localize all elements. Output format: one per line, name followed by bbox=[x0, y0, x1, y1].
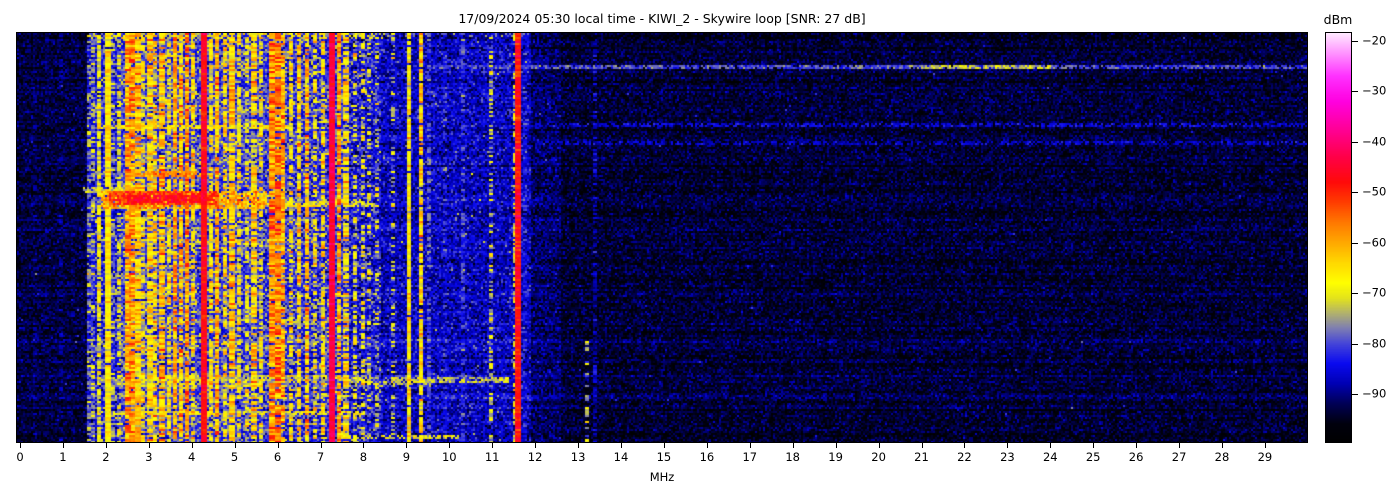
x-tick-label: 18 bbox=[785, 450, 801, 464]
x-tick-label: 19 bbox=[828, 450, 843, 464]
x-tick-mark bbox=[578, 443, 580, 448]
x-tick-mark bbox=[363, 443, 365, 448]
x-tick-label: 23 bbox=[1000, 450, 1015, 464]
x-tick-label: 9 bbox=[402, 450, 411, 464]
colorbar-tick-mark bbox=[1352, 293, 1358, 294]
x-tick-label: 4 bbox=[188, 450, 196, 464]
colorbar-tick-mark bbox=[1352, 141, 1358, 143]
colorbar-tick-mark bbox=[1352, 91, 1358, 93]
spectrogram-figure: 17/09/2024 05:30 local time - KIWI_2 - S… bbox=[0, 0, 1400, 500]
x-tick-mark bbox=[406, 443, 408, 448]
x-tick-label: 22 bbox=[957, 450, 972, 464]
x-tick-mark bbox=[62, 443, 64, 448]
x-tick-mark bbox=[234, 443, 236, 448]
x-tick-mark bbox=[792, 443, 794, 448]
colorbar-tick-label: −80 bbox=[1362, 336, 1387, 351]
x-tick-label: 10 bbox=[441, 450, 457, 464]
x-tick-label: 12 bbox=[527, 450, 543, 464]
x-tick-label: 14 bbox=[613, 450, 629, 464]
x-tick-mark bbox=[449, 443, 451, 448]
colorbar-unit-label: dBm bbox=[1323, 12, 1353, 27]
colorbar-tick-label: −30 bbox=[1362, 83, 1387, 98]
x-tick-mark bbox=[964, 443, 966, 448]
x-tick-mark bbox=[663, 443, 665, 448]
x-tick-mark bbox=[921, 443, 923, 448]
x-tick-mark bbox=[878, 443, 880, 448]
colorbar-tick-label: −60 bbox=[1362, 235, 1387, 250]
x-tick-mark bbox=[492, 443, 494, 448]
x-tick-label: 7 bbox=[316, 450, 325, 464]
waterfall-canvas bbox=[17, 33, 1307, 442]
x-tick-mark bbox=[1007, 443, 1009, 448]
x-tick-label: 11 bbox=[484, 450, 500, 464]
x-tick-label: 21 bbox=[914, 450, 929, 464]
x-tick-label: 29 bbox=[1257, 450, 1273, 464]
x-tick-label: 17 bbox=[742, 450, 758, 464]
x-tick-label: 13 bbox=[570, 450, 586, 464]
x-tick-label: 16 bbox=[699, 450, 715, 464]
x-tick-label: 3 bbox=[145, 450, 153, 464]
colorbar-tick-label: −70 bbox=[1362, 285, 1387, 300]
x-tick-label: 15 bbox=[656, 450, 672, 464]
x-tick-label: 2 bbox=[102, 450, 110, 464]
x-tick-mark bbox=[706, 443, 708, 448]
colorbar bbox=[1325, 32, 1352, 443]
colorbar-tick-mark bbox=[1352, 242, 1358, 244]
x-tick-label: 26 bbox=[1128, 450, 1144, 464]
x-tick-mark bbox=[105, 443, 107, 448]
x-tick-mark bbox=[148, 443, 150, 448]
x-tick-mark bbox=[1264, 443, 1266, 448]
x-tick-mark bbox=[1050, 443, 1052, 448]
x-tick-mark bbox=[1093, 443, 1095, 448]
colorbar-tick-mark bbox=[1352, 40, 1358, 42]
colorbar-tick-mark bbox=[1352, 343, 1358, 345]
x-tick-mark bbox=[1136, 443, 1138, 448]
x-tick-label: 28 bbox=[1214, 450, 1230, 464]
waterfall-plot-area bbox=[16, 32, 1308, 443]
x-tick-label: 0 bbox=[16, 450, 24, 464]
x-tick-mark bbox=[535, 443, 537, 448]
x-tick-mark bbox=[277, 443, 279, 448]
x-tick-label: 5 bbox=[230, 450, 239, 464]
x-tick-mark bbox=[191, 443, 193, 448]
x-tick-label: 1 bbox=[59, 450, 67, 464]
x-tick-mark bbox=[20, 443, 21, 448]
x-tick-mark bbox=[621, 443, 622, 448]
x-tick-mark bbox=[835, 443, 837, 448]
colorbar-tick-label: −90 bbox=[1362, 386, 1387, 401]
colorbar-tick-label: −40 bbox=[1362, 134, 1387, 149]
colorbar-tick-mark bbox=[1352, 192, 1358, 194]
colorbar-tick-mark bbox=[1352, 394, 1358, 395]
x-tick-label: 25 bbox=[1085, 450, 1101, 464]
x-tick-mark bbox=[749, 443, 751, 448]
x-tick-mark bbox=[1222, 443, 1223, 448]
x-tick-label: 27 bbox=[1171, 450, 1187, 464]
x-tick-label: 24 bbox=[1042, 450, 1058, 464]
x-axis-label: MHz bbox=[649, 470, 675, 484]
colorbar-canvas bbox=[1326, 33, 1351, 442]
x-tick-mark bbox=[320, 443, 322, 448]
x-tick-label: 6 bbox=[273, 450, 282, 464]
chart-title: 17/09/2024 05:30 local time - KIWI_2 - S… bbox=[458, 11, 866, 26]
x-tick-mark bbox=[1179, 443, 1181, 448]
x-tick-label: 8 bbox=[359, 450, 368, 464]
colorbar-tick-label: −20 bbox=[1362, 33, 1387, 48]
colorbar-tick-label: −50 bbox=[1362, 184, 1387, 199]
x-tick-label: 20 bbox=[871, 450, 886, 464]
